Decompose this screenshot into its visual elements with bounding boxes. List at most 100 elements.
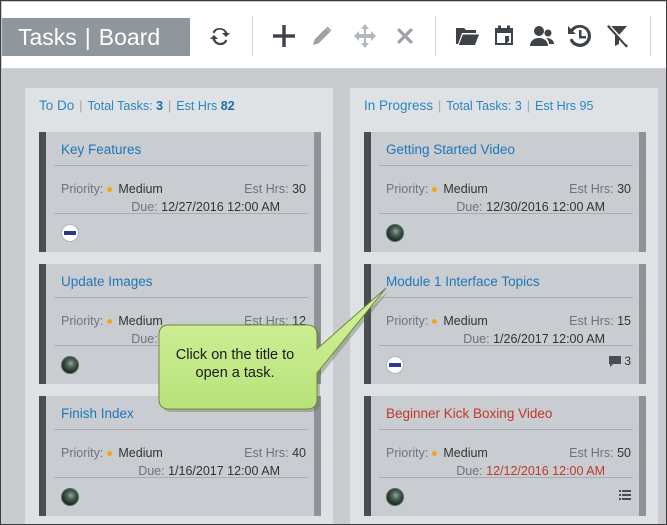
history-button[interactable] — [565, 21, 595, 51]
avatar[interactable] — [61, 356, 79, 374]
clear-filter-button[interactable] — [603, 21, 633, 51]
divider — [379, 429, 633, 430]
estimated-hours: Est Hrs: 30 — [244, 182, 306, 196]
avatar[interactable] — [61, 488, 79, 506]
priority-value: Medium — [118, 446, 163, 460]
task-title[interactable]: Key Features — [61, 142, 141, 157]
priority-label: Priority: — [386, 446, 429, 460]
priority-value: Medium — [443, 182, 488, 196]
avatar[interactable] — [386, 488, 404, 506]
priority-value: Medium — [443, 446, 488, 460]
priority: Priority: Medium — [386, 446, 488, 460]
logo-icon — [64, 231, 76, 235]
divider — [54, 477, 308, 478]
board-window: Tasks | Board To Do | Total Tasks: 3 | E… — [0, 0, 667, 525]
add-icon — [273, 25, 295, 47]
due-label: Due: — [131, 200, 158, 214]
avatar[interactable] — [61, 224, 79, 242]
due-label: Due: — [138, 464, 165, 478]
task-title[interactable]: Beginner Kick Boxing Video — [386, 406, 552, 421]
folder-button[interactable] — [452, 21, 482, 51]
calendar-button[interactable] — [489, 21, 519, 51]
description-icon[interactable] — [619, 487, 631, 505]
title-tasks: Tasks — [18, 24, 77, 50]
move-button[interactable] — [350, 21, 380, 51]
est-value: 50 — [617, 446, 631, 460]
column-header: In Progress | Total Tasks: 3 | Est Hrs 95 — [364, 98, 594, 113]
priority-dot-icon — [107, 318, 113, 324]
toolbar-divider — [252, 16, 253, 56]
column-name[interactable]: To Do — [39, 98, 74, 113]
due-date: Due: 12/30/2016 12:00 AM — [456, 200, 605, 214]
title-board: Board — [98, 24, 161, 50]
due-value: 12/30/2016 12:00 AM — [486, 200, 605, 214]
priority: Priority: Medium — [386, 314, 488, 328]
toolbar-divider — [435, 16, 436, 56]
callout-line-2: open a task. — [195, 365, 275, 381]
task-title[interactable]: Module 1 Interface Topics — [386, 274, 540, 289]
comments-badge[interactable]: 3 — [609, 354, 631, 368]
due-label: Due: — [463, 332, 490, 346]
avatar[interactable] — [386, 224, 404, 242]
assign-users-button[interactable] — [527, 21, 557, 51]
refresh-button[interactable] — [205, 21, 235, 51]
task-card[interactable]: Module 1 Interface Topics Priority: Mediu… — [364, 264, 646, 384]
task-title[interactable]: Finish Index — [61, 406, 134, 421]
divider — [379, 297, 633, 298]
column-to-do: To Do | Total Tasks: 3 | Est Hrs 82 Key Feat… — [25, 88, 333, 524]
priority-label: Priority: — [386, 182, 429, 196]
due-date: Due: 12/27/2016 12:00 AM — [131, 200, 280, 214]
task-card[interactable]: Beginner Kick Boxing Video Priority: Medi… — [364, 396, 646, 516]
due-date: Due: 12/12/2016 12:00 AM — [456, 464, 605, 478]
priority-label: Priority: — [61, 182, 104, 196]
task-card[interactable]: Finish Index Priority: Medium Est Hrs: 40… — [39, 396, 321, 516]
est-label: Est Hrs: — [569, 314, 614, 328]
title-separator: | — [84, 24, 91, 50]
estimated-hours: Est Hrs: 40 — [244, 446, 306, 460]
delete-button[interactable] — [390, 21, 420, 51]
logo-icon — [389, 363, 401, 367]
callout-text: Click on the title to open a task. — [159, 346, 311, 382]
callout-line-1: Click on the title to — [175, 347, 295, 363]
est-value: 40 — [292, 446, 306, 460]
edit-button[interactable] — [307, 21, 337, 51]
priority-dot-icon — [432, 186, 438, 192]
due-date: Due: 1/26/2017 12:00 AM — [463, 332, 605, 346]
total-tasks-value: 3 — [514, 99, 522, 113]
divider — [379, 477, 633, 478]
due-label: Due: — [131, 332, 158, 346]
due-label: Due: — [456, 200, 483, 214]
est-hrs-value: 82 — [220, 99, 235, 113]
task-card[interactable]: Key Features Priority: Medium Est Hrs: 30… — [39, 132, 321, 252]
due-value: 12/12/2016 12:00 AM — [486, 464, 605, 478]
due-value: 1/16/2017 12:00 AM — [168, 464, 280, 478]
divider — [379, 213, 633, 214]
est-value: 30 — [292, 182, 306, 196]
priority-label: Priority: — [61, 446, 104, 460]
task-card[interactable]: Getting Started Video Priority: Medium Es… — [364, 132, 646, 252]
column-name[interactable]: In Progress — [364, 98, 433, 113]
est-hrs-value: 95 — [579, 99, 594, 113]
priority-value: Medium — [118, 314, 163, 328]
comment-icon — [609, 355, 622, 367]
est-value: 30 — [617, 182, 631, 196]
due-label: Due: — [456, 464, 483, 478]
priority: Priority: Medium — [61, 446, 163, 460]
due-date: Due: 12/26/2016 12:00 AM — [131, 332, 280, 346]
estimated-hours: Est Hrs: 50 — [569, 446, 631, 460]
filter-clear-icon — [607, 25, 628, 48]
est-label: Est Hrs: — [244, 446, 289, 460]
toolbar: Tasks | Board — [2, 2, 666, 69]
total-tasks-value: 3 — [156, 99, 164, 113]
task-title[interactable]: Getting Started Video — [386, 142, 515, 157]
divider — [54, 297, 308, 298]
estimated-hours: Est Hrs: 15 — [569, 314, 631, 328]
add-button[interactable] — [269, 21, 299, 51]
est-label: Est Hrs: — [569, 182, 614, 196]
avatar[interactable] — [386, 356, 404, 374]
priority: Priority: Medium — [61, 314, 163, 328]
priority-dot-icon — [107, 186, 113, 192]
priority-value: Medium — [118, 182, 163, 196]
est-value: 15 — [617, 314, 631, 328]
task-title[interactable]: Update Images — [61, 274, 153, 289]
